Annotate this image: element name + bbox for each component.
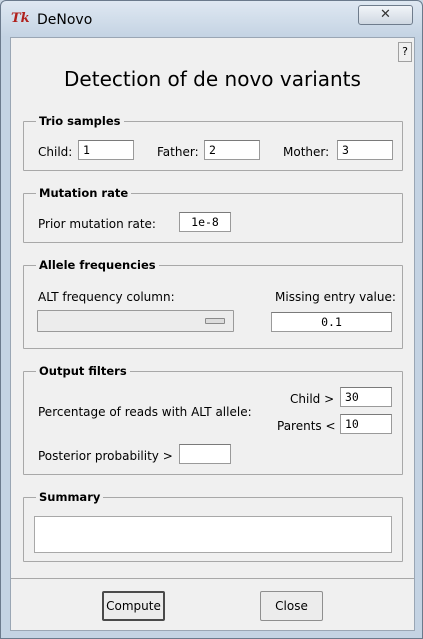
alt-allele-percentage-label: Percentage of reads with ALT allele:	[38, 405, 252, 419]
tk-logo-icon: Tk	[11, 11, 30, 26]
prior-mutation-rate-input[interactable]: 1e-8	[179, 212, 231, 232]
parents-threshold-input[interactable]: 10	[340, 414, 392, 434]
dropdown-indicator-icon	[205, 318, 225, 324]
dialog-body: ? Detection of de novo variants Trio sam…	[10, 37, 415, 631]
missing-entry-value-label: Missing entry value:	[275, 290, 396, 304]
denovo-window: Tk DeNovo ✕ ? Detection of de novo varia…	[0, 0, 423, 639]
father-label: Father:	[157, 145, 199, 159]
output-filters-group: Output filters Percentage of reads with …	[23, 363, 403, 475]
mutation-rate-title: Mutation rate	[36, 185, 132, 201]
posterior-probability-input[interactable]	[179, 444, 231, 464]
allele-frequencies-title: Allele frequencies	[36, 257, 159, 273]
alt-frequency-column-dropdown[interactable]	[37, 310, 234, 332]
missing-entry-value-input[interactable]: 0.1	[271, 312, 392, 332]
child-label: Child:	[38, 145, 73, 159]
summary-title: Summary	[36, 489, 104, 505]
compute-button[interactable]: Compute	[102, 591, 165, 621]
title-bar: Tk DeNovo ✕	[1, 1, 422, 37]
trio-samples-group: Trio samples Child: 1 Father: 2 Mother: …	[23, 113, 403, 171]
mother-sample-input[interactable]: 3	[337, 140, 393, 160]
posterior-probability-label: Posterior probability >	[38, 449, 173, 463]
child-threshold-input[interactable]: 30	[340, 387, 392, 407]
trio-samples-title: Trio samples	[36, 113, 124, 129]
child-threshold-label: Child >	[290, 392, 335, 406]
button-bar-separator	[11, 578, 414, 579]
mother-label: Mother:	[283, 145, 330, 159]
parents-threshold-label: Parents <	[277, 419, 336, 433]
page-title: Detection of de novo variants	[64, 67, 361, 91]
allele-frequencies-group: Allele frequencies ALT frequency column:…	[23, 257, 403, 349]
close-button[interactable]: Close	[260, 591, 323, 621]
summary-text-area[interactable]	[34, 516, 392, 553]
alt-frequency-column-label: ALT frequency column:	[38, 290, 175, 304]
child-sample-input[interactable]: 1	[78, 140, 134, 160]
help-button[interactable]: ?	[398, 42, 412, 62]
mutation-rate-group: Mutation rate Prior mutation rate: 1e-8	[23, 185, 403, 243]
window-close-button[interactable]: ✕	[358, 5, 413, 25]
father-sample-input[interactable]: 2	[204, 140, 260, 160]
summary-group: Summary	[23, 489, 403, 562]
output-filters-title: Output filters	[36, 363, 130, 379]
window-title: DeNovo	[37, 12, 93, 28]
prior-mutation-rate-label: Prior mutation rate:	[38, 217, 156, 231]
